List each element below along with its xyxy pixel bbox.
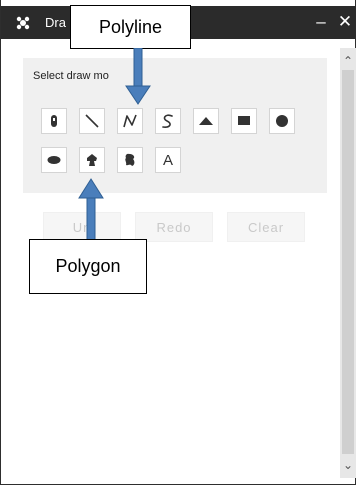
tool-freehand-polyline[interactable] bbox=[155, 108, 181, 134]
polygon-arrow-icon bbox=[78, 178, 104, 240]
tool-text[interactable]: A bbox=[155, 147, 181, 173]
circle-icon bbox=[276, 115, 288, 127]
tool-ellipse[interactable] bbox=[41, 147, 67, 173]
polyline-icon bbox=[123, 114, 137, 128]
marker-icon bbox=[51, 115, 57, 127]
tool-line[interactable] bbox=[79, 108, 105, 134]
tool-polyline[interactable] bbox=[117, 108, 143, 134]
text-icon: A bbox=[162, 151, 173, 169]
select-draw-mode-label: Select draw mo bbox=[33, 70, 109, 82]
tool-polygon[interactable] bbox=[79, 147, 105, 173]
scroll-down-icon[interactable]: ⌄ bbox=[340, 456, 356, 474]
triangle-icon bbox=[199, 117, 213, 125]
minimize-button[interactable]: – bbox=[309, 10, 333, 34]
tool-circle[interactable] bbox=[269, 108, 295, 134]
close-button[interactable]: ✕ bbox=[333, 10, 356, 34]
ellipse-icon bbox=[47, 156, 61, 164]
clear-button[interactable]: Clear bbox=[227, 212, 305, 242]
scroll-up-icon[interactable]: ⌃ bbox=[340, 52, 356, 70]
freehand-line-icon bbox=[162, 114, 173, 128]
tool-freehand-polygon[interactable] bbox=[117, 147, 143, 173]
rectangle-icon bbox=[238, 116, 250, 125]
tool-triangle[interactable] bbox=[193, 108, 219, 134]
scrollbar-thumb[interactable] bbox=[342, 70, 354, 454]
redo-button[interactable]: Redo bbox=[135, 212, 213, 242]
draw-window: Dra – ✕ ⌃ ⌄ Select draw mo A Un Redo Cle… bbox=[0, 0, 356, 485]
polyline-callout: Polyline bbox=[70, 5, 191, 49]
freehand-polygon-icon bbox=[125, 153, 135, 166]
polygon-icon bbox=[87, 154, 97, 166]
draw-mode-panel: Select draw mo A bbox=[23, 58, 327, 193]
window-title: Dra bbox=[45, 15, 66, 30]
polygon-callout: Polygon bbox=[29, 239, 147, 294]
tool-rectangle[interactable] bbox=[231, 108, 257, 134]
vertical-scrollbar[interactable]: ⌃ ⌄ bbox=[340, 48, 356, 478]
tool-point[interactable] bbox=[41, 108, 67, 134]
draw-tool-icon bbox=[16, 16, 30, 30]
polyline-arrow-icon bbox=[125, 48, 151, 105]
line-icon bbox=[85, 114, 99, 128]
